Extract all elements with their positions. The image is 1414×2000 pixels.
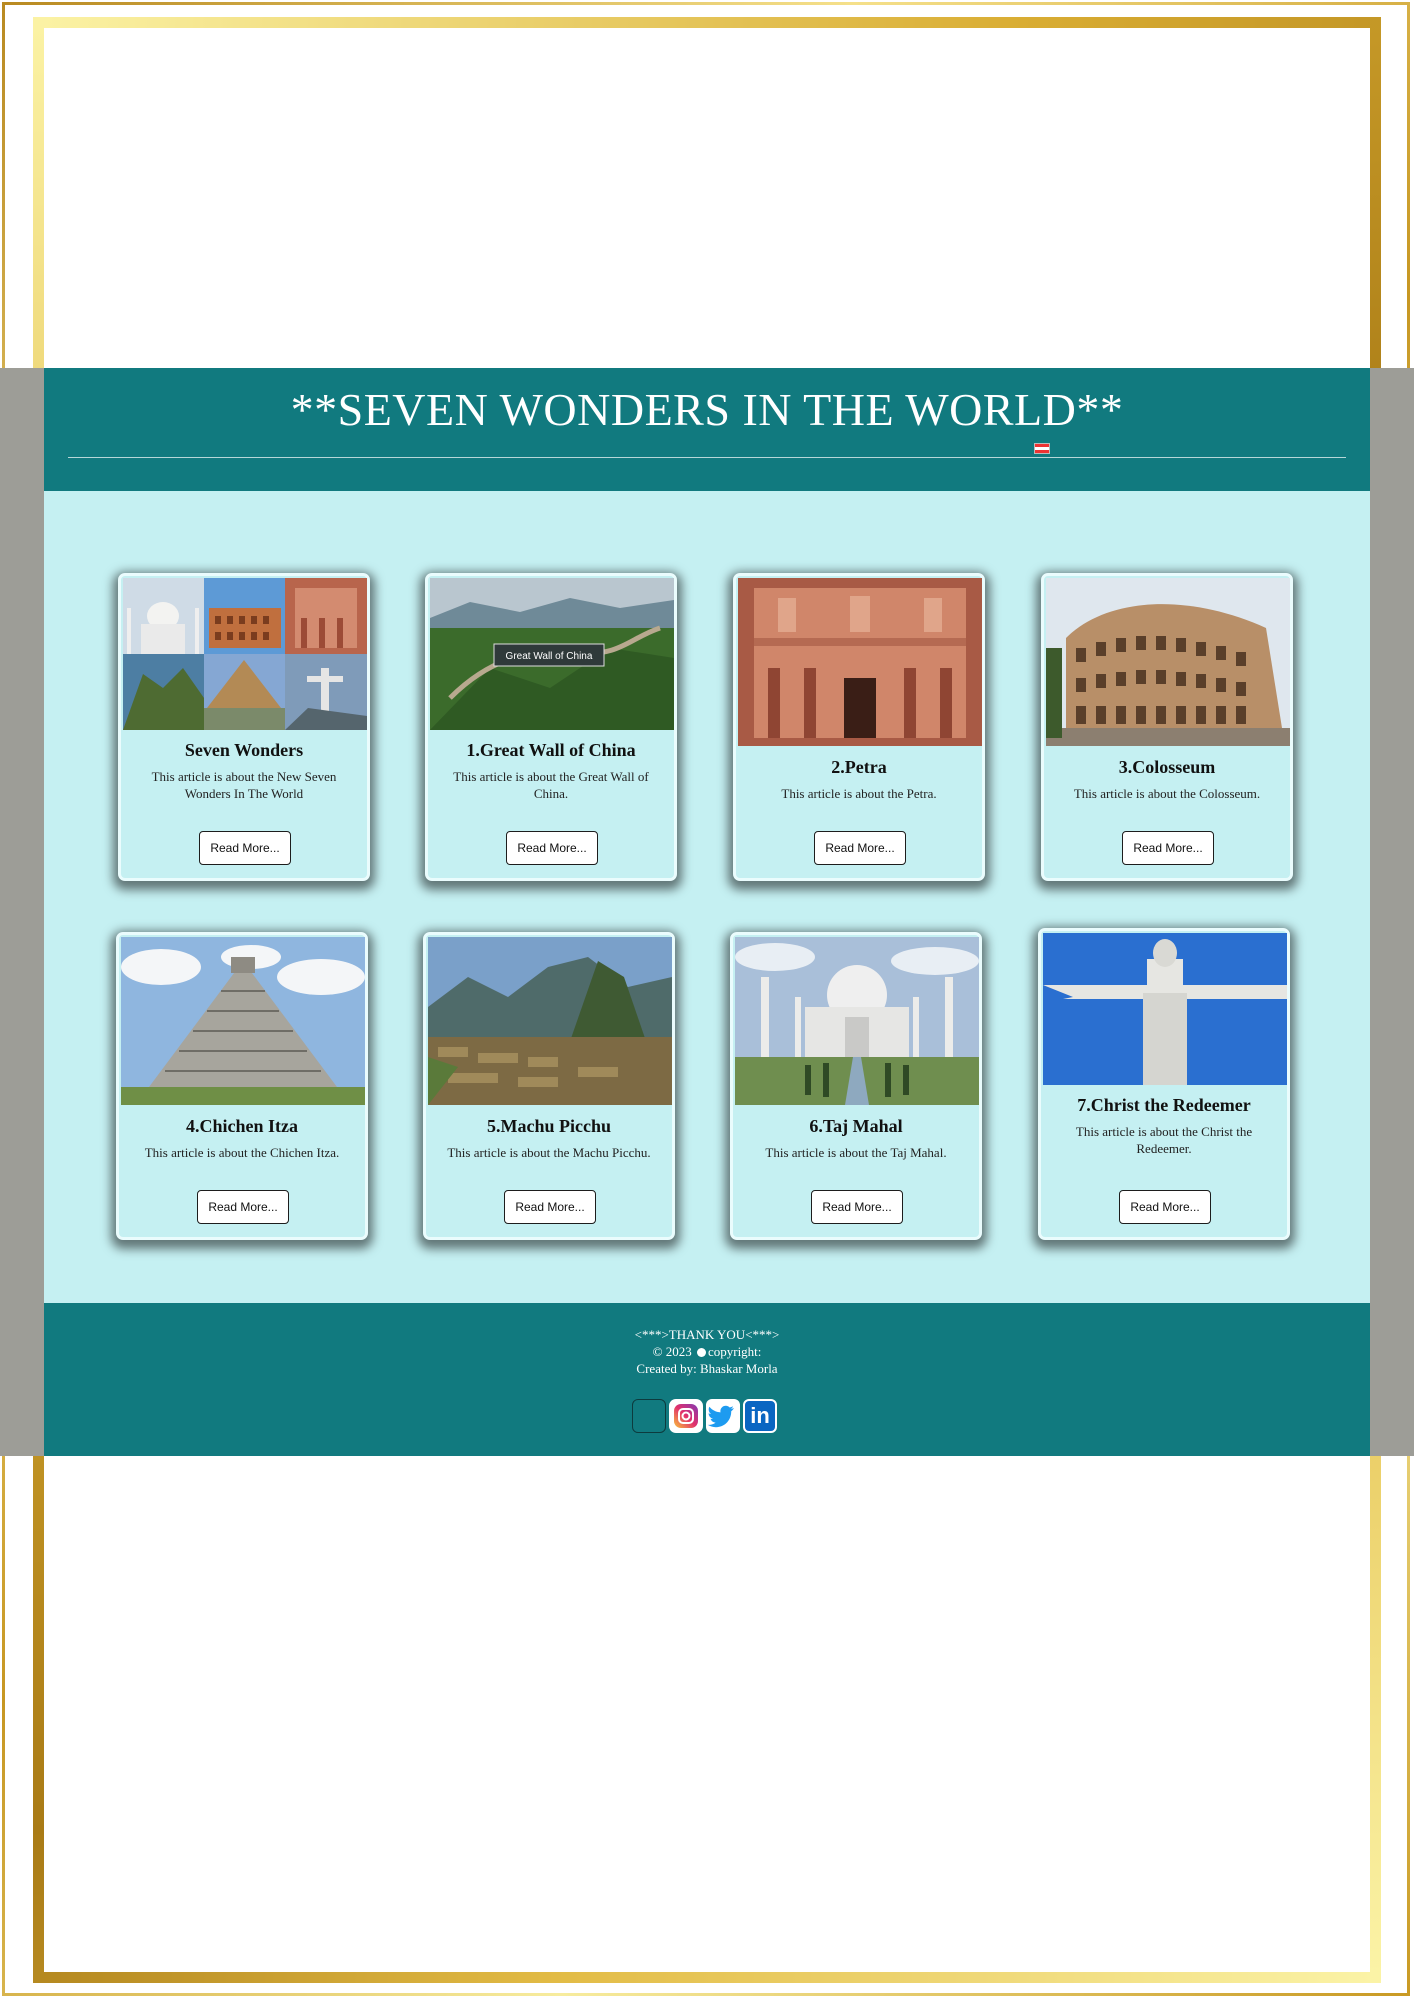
card-description: This article is about the Colosseum.	[1073, 786, 1261, 801]
chichen-itza-image	[121, 937, 365, 1105]
read-more-button[interactable]: Read More...	[814, 831, 906, 865]
card-description: This article is about the Taj Mahal.	[765, 1145, 947, 1160]
card-petra: 2.Petra This article is about the Petra.…	[733, 573, 985, 881]
seven-wonders-collage-image	[123, 578, 367, 730]
great-wall-image: Great Wall of China	[430, 578, 674, 730]
read-more-button[interactable]: Read More...	[199, 831, 291, 865]
read-more-button[interactable]: Read More...	[811, 1190, 903, 1224]
card-machu-picchu: 5.Machu Picchu This article is about the…	[423, 932, 675, 1240]
petra-image	[738, 578, 982, 746]
cards-section: Seven Wonders This article is about the …	[44, 491, 1370, 1303]
card-taj-mahal: 6.Taj Mahal This article is about the Ta…	[730, 932, 982, 1240]
read-more-button[interactable]: Read More...	[504, 1190, 596, 1224]
facebook-icon[interactable]	[632, 1399, 666, 1433]
footer-thanks: <***>THANK YOU<***>	[634, 1327, 780, 1342]
copyright-label: copyright:	[707, 1344, 762, 1359]
copyright-year: © 2023	[652, 1344, 692, 1359]
instagram-icon[interactable]	[669, 1399, 703, 1433]
page-title: **SEVEN WONDERS IN THE WORLD**	[290, 384, 1124, 435]
card-title: 2.Petra	[831, 757, 887, 777]
card-description: This article is about the Chichen Itza.	[144, 1145, 340, 1160]
card-title: 4.Chichen Itza	[186, 1116, 298, 1136]
taj-mahal-image	[735, 937, 979, 1105]
card-christ-the-redeemer: 7.Christ the Redeemer This article is ab…	[1038, 928, 1290, 1240]
card-description: This article is about the New Seven Wond…	[151, 769, 337, 801]
read-more-button[interactable]: Read More...	[506, 831, 598, 865]
christ-the-redeemer-image	[1043, 933, 1287, 1085]
card-title: 5.Machu Picchu	[487, 1116, 611, 1136]
card-title: 6.Taj Mahal	[809, 1116, 903, 1136]
image-caption: Great Wall of China	[506, 651, 593, 662]
footer: <***>THANK YOU<***> © 2023 copyright: Cr…	[44, 1303, 1370, 1456]
card-title: 7.Christ the Redeemer	[1077, 1095, 1251, 1115]
read-more-button[interactable]: Read More...	[1119, 1190, 1211, 1224]
card-title: 3.Colosseum	[1118, 757, 1216, 777]
read-more-button[interactable]: Read More...	[197, 1190, 289, 1224]
card-great-wall: Great Wall of China 1.Great Wall of Chin…	[425, 573, 677, 881]
header: **SEVEN WONDERS IN THE WORLD**	[44, 368, 1370, 491]
site: **SEVEN WONDERS IN THE WORLD** Seven Won…	[44, 368, 1370, 1456]
linkedin-label: in	[750, 1403, 770, 1428]
card-description: This article is about the Machu Picchu.	[447, 1145, 651, 1160]
card-description: This article is about the Petra.	[781, 786, 937, 801]
card-colosseum: 3.Colosseum This article is about the Co…	[1041, 573, 1293, 881]
footer-credit: Created by: Bhaskar Morla	[636, 1361, 778, 1376]
copyright-dot-icon	[696, 1348, 706, 1357]
twitter-icon[interactable]	[706, 1399, 740, 1433]
read-more-button[interactable]: Read More...	[1122, 831, 1214, 865]
card-title: Seven Wonders	[184, 740, 304, 760]
colosseum-image	[1046, 578, 1290, 746]
card-description: This article is about the Great Wall of …	[453, 769, 649, 801]
card-title: 1.Great Wall of China	[466, 740, 636, 760]
card-chichen-itza: 4.Chichen Itza This article is about the…	[116, 932, 368, 1240]
linkedin-icon[interactable]: in	[743, 1399, 777, 1433]
card-description: This article is about the Christ the Red…	[1075, 1124, 1253, 1156]
flag-icon	[1034, 443, 1050, 454]
header-divider	[68, 457, 1346, 458]
card-seven-wonders: Seven Wonders This article is about the …	[118, 573, 370, 881]
footer-copyright: © 2023 copyright:	[44, 1344, 1370, 1360]
machu-picchu-image	[428, 937, 672, 1105]
